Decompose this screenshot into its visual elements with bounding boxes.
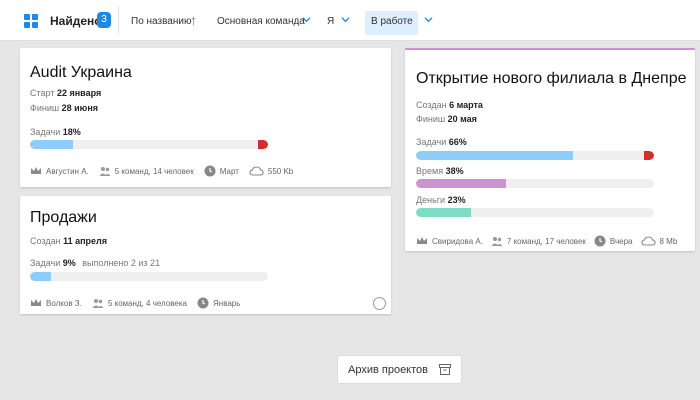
cloud-icon xyxy=(640,236,656,246)
toolbar-divider xyxy=(118,6,119,35)
project-title[interactable]: Открытие нового филиала в Днепре xyxy=(416,70,687,88)
last-activity: Январь xyxy=(213,298,241,308)
tasks-progress-bar xyxy=(30,272,268,281)
storage-size: 550 Kb xyxy=(267,166,294,176)
project-title[interactable]: Audit Украина xyxy=(30,64,132,82)
created-date: Создан 6 марта xyxy=(416,100,483,110)
last-activity: Вчера xyxy=(609,236,633,246)
owner-name: Волков З. xyxy=(46,298,82,308)
toolbar: Найдено 3 По названию ↑ Основная команда… xyxy=(0,0,700,41)
team-filter-dropdown[interactable]: Основная команда xyxy=(217,16,305,27)
project-title[interactable]: Продажи xyxy=(30,209,97,227)
sort-arrow-up-icon[interactable]: ↑ xyxy=(190,12,197,28)
time-progress-label: Время 38% xyxy=(416,166,464,176)
finish-date: Финиш 20 мая xyxy=(416,114,477,124)
tasks-progress-bar xyxy=(30,140,268,149)
people-icon xyxy=(92,299,104,308)
money-progress-fill xyxy=(416,208,471,217)
tasks-progress-fill xyxy=(30,140,73,149)
tasks-progress-label: Задачи 9% выполнено 2 из 21 xyxy=(30,258,161,268)
project-card[interactable]: Продажи Создан 11 апреля Задачи 9% выпол… xyxy=(20,196,391,314)
finish-date: Финиш 28 июня xyxy=(30,103,99,113)
found-label: Найдено xyxy=(50,14,102,28)
clock-icon xyxy=(594,235,606,247)
project-card[interactable]: Открытие нового филиала в Днепре Создан … xyxy=(405,48,695,251)
team-info: 5 команд, 4 человека xyxy=(107,298,187,308)
clock-icon xyxy=(204,165,216,177)
complete-toggle[interactable] xyxy=(373,297,386,310)
clock-icon xyxy=(197,297,209,309)
money-progress-bar xyxy=(416,208,654,217)
people-icon xyxy=(99,167,111,176)
start-date: Старт 22 января xyxy=(30,88,102,98)
team-info: 7 команд, 17 человек xyxy=(506,236,586,246)
overdue-marker xyxy=(258,140,268,149)
people-icon xyxy=(491,237,503,246)
owner-name: Свиридова А. xyxy=(432,236,483,246)
archive-projects-button[interactable]: Архив проектов xyxy=(337,355,462,384)
person-filter-dropdown[interactable]: Я xyxy=(327,16,334,27)
tasks-progress-fill xyxy=(416,151,573,160)
chevron-down-icon[interactable] xyxy=(424,15,433,24)
chevron-down-icon[interactable] xyxy=(302,15,311,24)
card-footer: Августин А. 5 команд, 14 человек Март 55… xyxy=(30,165,303,177)
grid-icon[interactable] xyxy=(24,14,38,28)
card-footer: Волков З. 5 команд, 4 человека Январь xyxy=(30,297,250,309)
tasks-progress-label: Задачи 66% xyxy=(416,137,467,147)
team-info: 5 команд, 14 человек xyxy=(114,166,194,176)
crown-icon xyxy=(417,237,427,244)
time-progress-bar xyxy=(416,179,654,188)
sort-by-name-button[interactable]: По названию xyxy=(131,16,191,27)
chevron-down-icon[interactable] xyxy=(341,15,350,24)
money-progress-label: Деньги 23% xyxy=(416,195,466,205)
crown-icon xyxy=(31,167,41,174)
found-count-badge: 3 xyxy=(97,12,111,28)
time-progress-fill xyxy=(416,179,506,188)
card-footer: Свиридова А. 7 команд, 17 человек Вчера … xyxy=(416,235,677,247)
created-date: Создан 11 апреля xyxy=(30,236,108,246)
status-filter-dropdown[interactable]: В работе xyxy=(365,11,418,35)
last-activity: Март xyxy=(219,166,239,176)
cloud-icon xyxy=(249,166,264,176)
project-card[interactable]: Audit Украина Старт 22 января Финиш 28 и… xyxy=(20,48,391,187)
tasks-progress-bar xyxy=(416,151,654,160)
tasks-progress-fill xyxy=(30,272,51,281)
crown-icon xyxy=(31,299,41,306)
storage-size: 8 Mb xyxy=(659,236,678,246)
tasks-progress-label: Задачи 18% xyxy=(30,127,81,137)
archive-box-icon xyxy=(439,364,451,375)
overdue-marker xyxy=(644,151,654,160)
owner-name: Августин А. xyxy=(46,166,89,176)
archive-button-label: Архив проектов xyxy=(348,363,428,376)
